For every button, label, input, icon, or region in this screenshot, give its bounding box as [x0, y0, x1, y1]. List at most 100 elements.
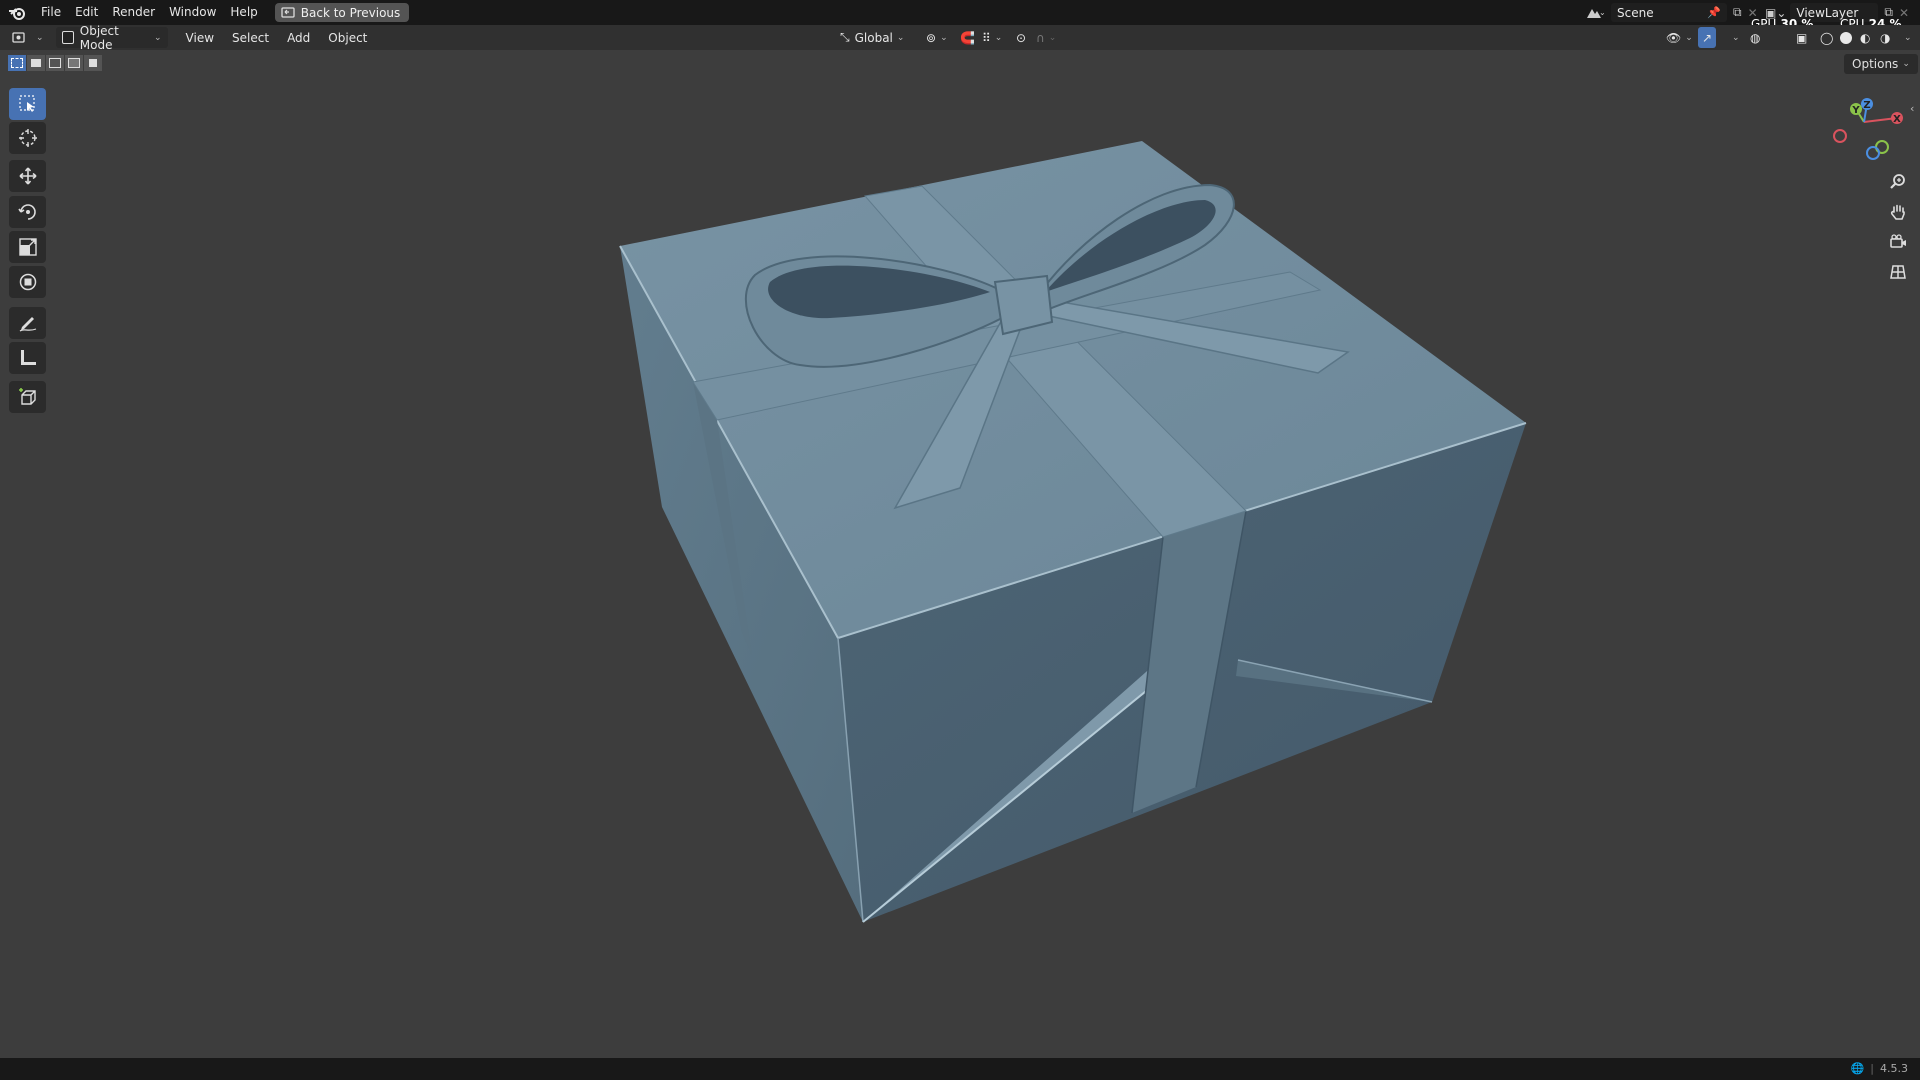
add-cube-icon: [18, 388, 36, 405]
pin-icon[interactable]: 📌: [1707, 6, 1721, 19]
viewport-header: ⌄ Object Mode ⌄ View Select Add Object ⤡ …: [0, 24, 1920, 52]
transform-orientation-dropdown[interactable]: ⤡ Global ⌄: [834, 27, 910, 48]
move-icon: [18, 167, 37, 185]
annotate-tool[interactable]: [9, 307, 46, 339]
shading-options-dropdown[interactable]: ⌄: [1894, 27, 1918, 48]
overlays-icon: ◍: [1750, 30, 1761, 45]
gizmo-toggle[interactable]: ↗: [1698, 27, 1717, 48]
annotate-pencil-icon: [19, 317, 36, 332]
proportional-icon: ⊙: [1016, 30, 1027, 45]
pan-hand-icon: [1890, 204, 1905, 220]
wireframe-sphere-icon: ◯: [1820, 30, 1834, 45]
pivot-icon: ⊚: [926, 30, 937, 45]
gizmo-dropdown[interactable]: ⌄: [1722, 27, 1746, 48]
cursor-icon: [18, 129, 37, 147]
gizmo-neg-z[interactable]: [1866, 146, 1880, 160]
falloff-dropdown[interactable]: ∩ ⌄: [1030, 27, 1062, 48]
version-number: 4.5.3: [1880, 1062, 1908, 1075]
snap-grid-icon: ⠿: [982, 30, 991, 45]
orientation-label: Global: [854, 30, 893, 45]
select-box-icon: [18, 95, 35, 112]
rotate-icon: [17, 204, 36, 220]
menu-add[interactable]: Add: [281, 27, 316, 48]
orientation-icon: ⤡: [840, 30, 850, 44]
gizmo-neg-x[interactable]: [1833, 129, 1847, 143]
3d-viewport[interactable]: [0, 50, 1920, 1058]
menu-select[interactable]: Select: [226, 27, 275, 48]
measure-tool[interactable]: [9, 342, 46, 374]
xray-icon: ▣: [1796, 30, 1808, 45]
scene-name[interactable]: Scene: [1617, 6, 1701, 20]
proportional-editing-toggle[interactable]: ⊙: [1010, 27, 1032, 48]
svg-text:⌄: ⌄: [1599, 8, 1605, 17]
measure-ruler-icon: [20, 350, 36, 365]
transform-tool[interactable]: [9, 266, 46, 298]
menu-render[interactable]: Render: [105, 0, 162, 25]
scale-tool[interactable]: [9, 231, 46, 263]
menu-help[interactable]: Help: [223, 0, 264, 25]
menu-object[interactable]: Object: [322, 27, 373, 48]
mode-label: Object Mode: [79, 23, 119, 52]
gizmo-icon: ↗: [1702, 30, 1713, 45]
editor-type-icon: [12, 31, 25, 43]
select-subtract-icon: [49, 58, 61, 68]
menu-window[interactable]: Window: [162, 0, 223, 25]
svg-text:Z: Z: [1863, 100, 1870, 111]
magnet-icon: 🧲: [960, 30, 975, 45]
scene-icon: ⌄: [1585, 6, 1611, 20]
camera-view-button[interactable]: [1882, 228, 1914, 256]
rendered-sphere-icon: ◑: [1880, 30, 1891, 45]
select-new-icon: [11, 58, 23, 68]
visibility-dropdown[interactable]: 👁 ⌄: [1660, 27, 1699, 48]
back-to-previous-button[interactable]: Back to Previous: [274, 3, 410, 22]
perspective-toggle-button[interactable]: [1882, 258, 1914, 286]
zoom-magnifier-icon: [1890, 174, 1905, 189]
gift-box-model[interactable]: [619, 141, 1527, 923]
overlays-toggle[interactable]: ◍: [1744, 27, 1766, 48]
perspective-grid-icon: [1890, 265, 1906, 279]
menu-file[interactable]: File: [34, 0, 68, 25]
select-box-tool[interactable]: [9, 88, 46, 120]
svg-text:X: X: [1893, 114, 1901, 125]
new-scene-icon[interactable]: ⧉: [1733, 5, 1742, 20]
select-invert-icon: [68, 58, 80, 68]
rotate-tool[interactable]: [9, 196, 46, 228]
cursor-tool[interactable]: [9, 122, 46, 154]
top-bar: File Edit Render Window Help Back to Pre…: [0, 0, 1920, 31]
select-new-button[interactable]: [8, 55, 26, 71]
options-dropdown[interactable]: Options ⌄: [1844, 54, 1918, 74]
network-globe-icon: 🌐: [1850, 1062, 1865, 1075]
eye-icon: 👁: [1666, 30, 1682, 45]
material-sphere-icon: ◐: [1860, 30, 1871, 45]
camera-icon: [1890, 234, 1906, 248]
svg-text:Y: Y: [1851, 105, 1860, 116]
object-mode-icon: [61, 31, 74, 44]
move-tool[interactable]: [9, 160, 46, 192]
options-label: Options: [1852, 57, 1899, 71]
menu-edit[interactable]: Edit: [68, 0, 105, 25]
select-extend-button[interactable]: [27, 55, 45, 71]
navigation-gizmo[interactable]: X Y Z: [1822, 92, 1906, 164]
editor-type-button[interactable]: ⌄: [6, 27, 50, 48]
zoom-button[interactable]: [1882, 168, 1914, 196]
menu-view[interactable]: View: [180, 27, 220, 48]
transform-icon: [19, 273, 36, 291]
scene-selector[interactable]: ⌄ Scene 📌 ⧉ ✕: [1585, 2, 1758, 23]
select-subtract-button[interactable]: [46, 55, 64, 71]
blender-logo-icon[interactable]: [0, 0, 34, 25]
mode-dropdown[interactable]: Object Mode ⌄: [55, 24, 168, 52]
back-to-previous-label: Back to Previous: [300, 5, 401, 20]
xray-toggle[interactable]: ▣: [1790, 27, 1813, 48]
screen-back-icon: [281, 6, 295, 18]
pan-button[interactable]: [1882, 198, 1914, 226]
scale-icon: [18, 238, 37, 256]
select-intersect-button[interactable]: [84, 55, 102, 71]
sidebar-collapse-icon[interactable]: ‹: [1910, 102, 1914, 115]
add-cube-tool[interactable]: [9, 381, 46, 413]
select-extend-icon: [31, 59, 41, 67]
pivot-point-dropdown[interactable]: ⊚ ⌄: [920, 27, 954, 48]
select-invert-button[interactable]: [65, 55, 83, 71]
status-bar: 🌐 | 4.5.3: [0, 1058, 1920, 1080]
snap-target-dropdown[interactable]: ⠿ ⌄: [976, 27, 1008, 48]
version-info: 🌐 | 4.5.3: [1850, 1062, 1908, 1075]
